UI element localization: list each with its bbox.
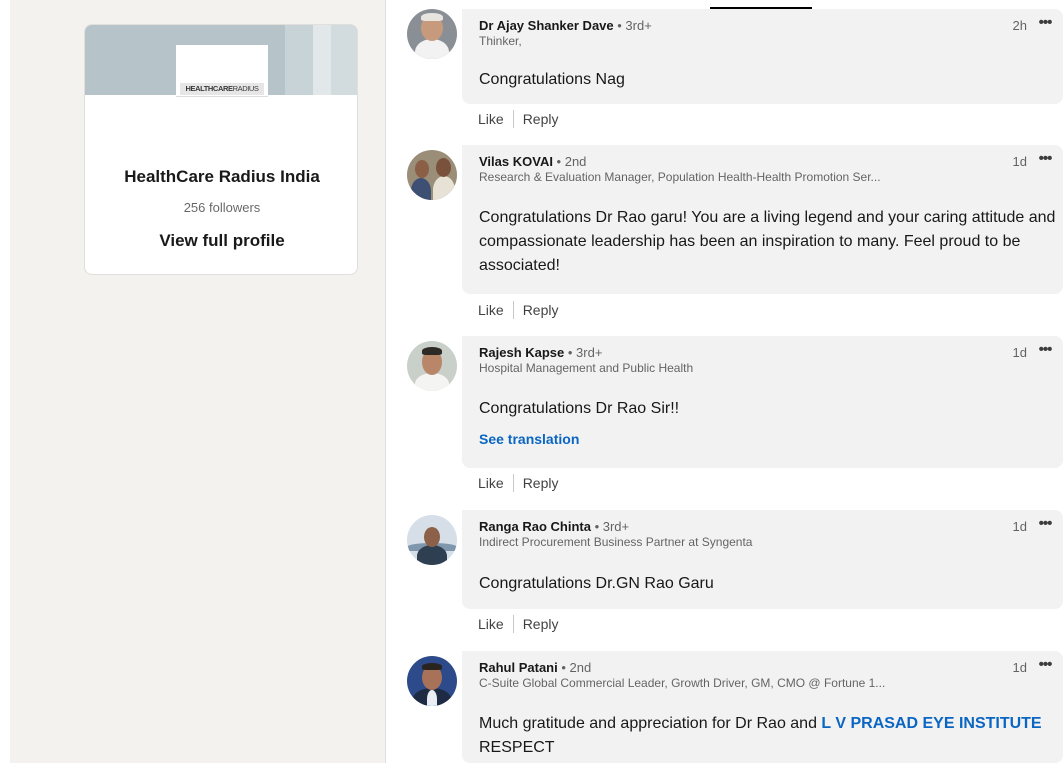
like-button[interactable]: Like	[478, 475, 504, 491]
commenter-name[interactable]: Dr Ajay Shanker Dave	[479, 18, 614, 33]
comment-bubble: Vilas KOVAI • 2nd Research & Evaluation …	[462, 145, 1063, 294]
comment-bubble: Rahul Patani • 2nd C-Suite Global Commer…	[462, 651, 1063, 763]
avatar[interactable]	[407, 150, 457, 200]
divider	[512, 110, 514, 129]
divider	[512, 474, 514, 493]
commenter-name[interactable]: Rajesh Kapse	[479, 345, 564, 360]
org-name[interactable]: HealthCare Radius India	[85, 167, 357, 187]
avatar[interactable]	[407, 515, 457, 565]
like-button[interactable]: Like	[478, 302, 504, 318]
more-options-icon[interactable]: •••	[1031, 13, 1059, 35]
org-logo[interactable]: HEALTHCARERADIUS	[176, 45, 268, 97]
like-button[interactable]: Like	[478, 111, 504, 127]
more-options-icon[interactable]: •••	[1031, 149, 1059, 171]
commenter-headline: Indirect Procurement Business Partner at…	[479, 535, 753, 549]
left-edge-strip	[0, 0, 10, 763]
reply-button[interactable]: Reply	[523, 475, 559, 491]
comment-bubble: Ranga Rao Chinta • 3rd+ Indirect Procure…	[462, 510, 1063, 609]
mention-link[interactable]: L V PRASAD EYE INSTITUTE	[821, 715, 1041, 732]
comment-text: Congratulations Dr Rao Sir!!	[479, 400, 680, 417]
comment-timestamp: 1d	[1012, 660, 1027, 675]
comment-text: Congratulations Dr Rao garu! You are a l…	[479, 209, 1056, 274]
see-translation-link[interactable]: See translation	[479, 431, 579, 447]
follower-count: 256 followers	[183, 200, 261, 215]
divider	[512, 615, 514, 634]
connection-degree: • 3rd+	[590, 519, 630, 534]
comment-text-part: RESPECT	[479, 739, 555, 756]
comment-timestamp: 1d	[1012, 345, 1027, 360]
comment-actions: Like Reply	[478, 301, 558, 321]
commenter-headline: Thinker,	[479, 34, 522, 48]
comment-timestamp: 1d	[1012, 519, 1027, 534]
commenter-headline: Research & Evaluation Manager, Populatio…	[479, 170, 881, 184]
comment-text: Congratulations Nag	[479, 71, 625, 88]
commenter-headline: Hospital Management and Public Health	[479, 361, 694, 375]
org-profile-card: HEALTHCARERADIUS HealthCare Radius India…	[84, 24, 358, 275]
more-options-icon[interactable]: •••	[1031, 655, 1059, 677]
comment-actions: Like Reply	[478, 615, 558, 635]
reply-button[interactable]: Reply	[523, 616, 559, 632]
connection-degree: • 3rd+	[613, 18, 652, 33]
like-button[interactable]: Like	[478, 616, 504, 632]
org-logo-wordmark: HEALTHCARERADIUS	[180, 83, 264, 95]
avatar[interactable]	[407, 656, 457, 706]
divider	[512, 301, 514, 320]
reply-button[interactable]: Reply	[523, 111, 559, 127]
commenter-name[interactable]: Ranga Rao Chinta	[479, 519, 591, 534]
commenter-headline: C-Suite Global Commercial Leader, Growth…	[479, 676, 886, 690]
comment-bubble: Rajesh Kapse • 3rd+ Hospital Management …	[462, 336, 1063, 468]
comment-timestamp: 2h	[1012, 18, 1027, 33]
reply-button[interactable]: Reply	[523, 302, 559, 318]
avatar[interactable]	[407, 9, 457, 59]
connection-degree: • 3rd+	[564, 345, 603, 360]
comment-actions: Like Reply	[478, 474, 558, 494]
connection-degree: • 2nd	[552, 154, 587, 169]
more-options-icon[interactable]: •••	[1031, 514, 1059, 536]
connection-degree: • 2nd	[557, 660, 592, 675]
commenter-name[interactable]: Rahul Patani	[479, 660, 558, 675]
comment-actions: Like Reply	[478, 110, 558, 130]
comment-text-part: Much gratitude and appreciation for Dr R…	[479, 715, 822, 732]
comment-bubble: Dr Ajay Shanker Dave • 3rd+ Thinker, 2h …	[462, 9, 1063, 104]
avatar[interactable]	[407, 341, 457, 391]
view-full-profile-link[interactable]: View full profile	[85, 231, 357, 251]
comment-text: Much gratitude and appreciation for Dr R…	[479, 712, 1059, 760]
comment-text: Congratulations Dr.GN Rao Garu	[479, 575, 714, 592]
comment-timestamp: 1d	[1012, 154, 1027, 169]
commenter-name[interactable]: Vilas KOVAI	[479, 154, 553, 169]
more-options-icon[interactable]: •••	[1031, 340, 1059, 362]
